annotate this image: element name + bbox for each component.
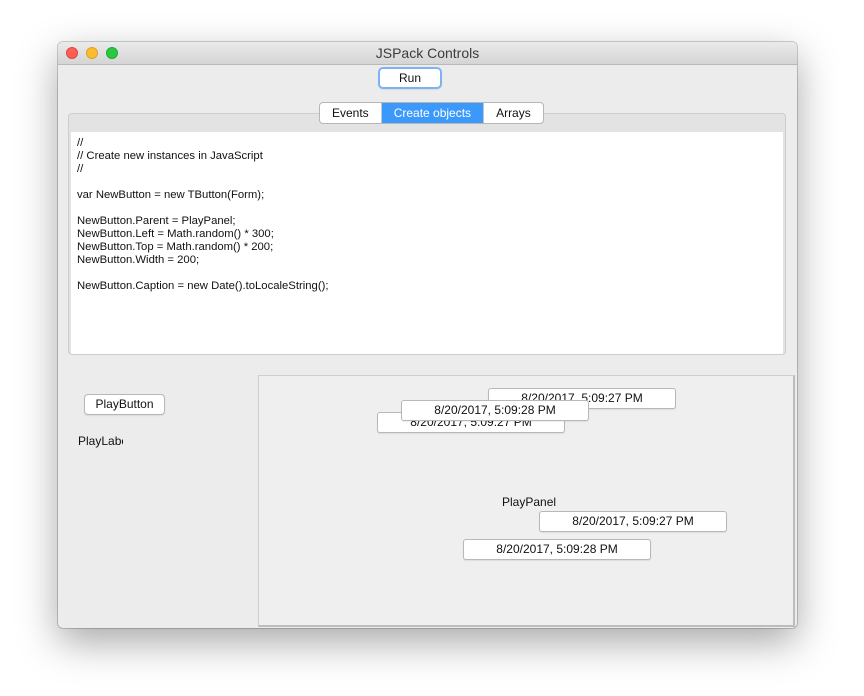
tab-bar: Events Create objects Arrays [319, 102, 544, 124]
title-bar[interactable]: JSPack Controls [58, 42, 797, 65]
code-line: // [77, 163, 84, 175]
play-label: PlayLabel [78, 434, 123, 448]
code-line: // [77, 137, 84, 149]
run-button[interactable]: Run [378, 67, 442, 89]
code-line: NewButton.Parent = PlayPanel; [77, 215, 236, 227]
play-button[interactable]: PlayButton [84, 394, 165, 415]
created-date-button[interactable]: 8/20/2017, 5:09:28 PM [401, 400, 589, 421]
created-date-button[interactable]: 8/20/2017, 5:09:28 PM [463, 539, 651, 560]
tab-content-panel: // // Create new instances in JavaScript… [68, 113, 786, 355]
tab-arrays[interactable]: Arrays [484, 103, 543, 123]
code-line: NewButton.Left = Math.random() * 300; [77, 228, 274, 240]
app-window: JSPack Controls Run Events Create object… [58, 42, 797, 628]
code-line: NewButton.Width = 200; [77, 254, 200, 266]
code-line: var NewButton = new TButton(Form); [77, 189, 265, 201]
code-line: NewButton.Top = Math.random() * 200; [77, 241, 274, 253]
tab-create-objects[interactable]: Create objects [381, 103, 485, 123]
code-line: // Create new instances in JavaScript [77, 150, 263, 162]
created-date-button[interactable]: 8/20/2017, 5:09:27 PM [539, 511, 727, 532]
tab-events[interactable]: Events [320, 103, 382, 123]
code-line: NewButton.Caption = new Date().toLocaleS… [77, 280, 329, 292]
play-panel: PlayPanel 8/20/2017, 5:09:27 PM 8/20/201… [258, 375, 795, 627]
code-editor[interactable]: // // Create new instances in JavaScript… [71, 132, 783, 354]
window-title: JSPack Controls [375, 45, 480, 61]
play-panel-caption: PlayPanel [502, 495, 557, 509]
